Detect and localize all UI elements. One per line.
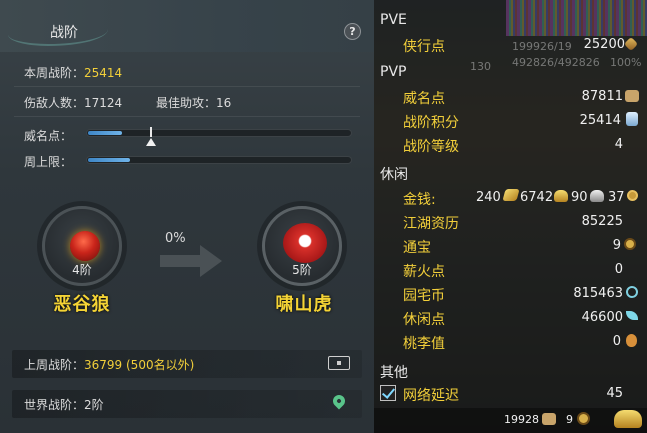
weekly-rank-label: 本周战阶： xyxy=(24,66,85,80)
fame-marker-icon xyxy=(146,138,156,146)
latency-checkbox[interactable] xyxy=(380,385,396,401)
chest-icon[interactable] xyxy=(328,356,350,370)
pvp-fame-label: 威名点 xyxy=(403,91,445,107)
next-rank-level: 5阶 xyxy=(292,263,312,277)
bottom-value-1: 19928 xyxy=(504,413,539,426)
taoli-value: 0 xyxy=(612,334,621,349)
money-silver-value: 90 xyxy=(571,190,588,205)
fame-label: 威名点： xyxy=(24,129,73,143)
latency-label: 网络延迟 xyxy=(403,388,459,404)
assist-label: 最佳助攻： xyxy=(156,96,217,110)
swirl-coin-icon xyxy=(626,286,638,298)
money-copper-value: 37 xyxy=(608,190,625,205)
pve-item-label: 侠行点 xyxy=(403,39,445,55)
tongbao-value: 9 xyxy=(612,238,621,253)
panel-title: 战阶 xyxy=(50,25,78,41)
xinhuo-label: 薪火点 xyxy=(403,264,445,280)
xinhuo-value: 0 xyxy=(614,262,623,277)
mask-icon xyxy=(542,413,556,425)
leisure-points-label: 休闲点 xyxy=(403,312,445,328)
combat-rank-panel: 战阶 ? 本周战阶：25414 伤敌人数：17124 最佳助攻：16 威名点： … xyxy=(0,0,374,433)
last-week-row: 上周战阶：36799 (500名以外) xyxy=(24,356,194,373)
bottom-value-2: 9 xyxy=(566,413,573,426)
jianghu-seniority-label: 江湖资历 xyxy=(403,216,459,232)
jianghu-seniority-value: 85225 xyxy=(581,214,623,229)
pvp-fame-value: 87811 xyxy=(581,89,623,104)
next-rank-medal[interactable]: 5阶 xyxy=(262,206,342,286)
weekly-rank-row: 本周战阶：25414 xyxy=(24,64,122,81)
last-week-value: 36799 (500名以外) xyxy=(84,358,195,372)
weekly-cap-label: 周上限： xyxy=(24,155,73,169)
gold-ingot-icon[interactable] xyxy=(614,410,642,428)
gourd-icon xyxy=(626,334,637,347)
weekly-cap-progress-fill xyxy=(88,158,130,162)
last-week-label: 上周战阶： xyxy=(24,358,85,372)
weekly-cap-progress-bar xyxy=(86,156,352,164)
red-gem-icon xyxy=(70,231,100,261)
fame-progress-bar xyxy=(86,129,352,137)
assist-row: 最佳助攻：16 xyxy=(156,94,231,111)
pvp-rank-level-label: 战阶等级 xyxy=(403,139,459,155)
fame-progress-fill xyxy=(88,131,122,135)
bg-level-text: 130 xyxy=(470,60,491,73)
divider xyxy=(14,86,360,87)
world-rank-label: 世界战阶： xyxy=(24,398,85,412)
other-header: 其他 xyxy=(380,365,408,381)
injured-row: 伤敌人数：17124 xyxy=(24,94,122,111)
injured-value: 17124 xyxy=(84,96,123,110)
coin-icon xyxy=(577,412,590,425)
pvp-rank-level-value: 4 xyxy=(614,137,623,152)
current-rank-level: 4阶 xyxy=(72,263,92,277)
taoli-label: 桃李值 xyxy=(403,336,445,352)
leisure-header: 休闲 xyxy=(380,167,408,183)
copper-coin-icon xyxy=(627,190,638,201)
money-label: 金钱: xyxy=(403,192,436,208)
mask-icon xyxy=(625,90,639,102)
fame-marker-line xyxy=(150,127,152,137)
pvp-header: PVP xyxy=(380,64,407,80)
assist-value: 16 xyxy=(216,96,232,110)
current-rank-name: 恶谷狼 xyxy=(53,294,111,315)
silver-ingot-icon xyxy=(590,190,604,202)
pve-item-value: 25200 xyxy=(583,37,625,52)
gold-ingot-icon xyxy=(554,190,568,202)
homestead-coin-label: 园宅币 xyxy=(403,288,445,304)
arrow-right-icon xyxy=(160,255,202,267)
help-icon[interactable]: ? xyxy=(344,23,361,40)
coin-icon xyxy=(624,238,636,250)
tongbao-label: 通宝 xyxy=(403,240,431,256)
bg-pct-text: 100% xyxy=(610,56,642,69)
next-rank-name: 啸山虎 xyxy=(275,294,333,315)
latency-value: 45 xyxy=(606,386,623,401)
bg-hp-text-2: 492826/492826 xyxy=(512,56,600,69)
money-gold-ingot-value: 6742 xyxy=(520,190,554,205)
injured-label: 伤敌人数： xyxy=(24,96,85,110)
crystal-icon xyxy=(626,112,638,126)
leisure-points-value: 46600 xyxy=(581,310,623,325)
world-rank-value: 2阶 xyxy=(84,398,104,412)
money-gold-brick-value: 240 xyxy=(476,190,501,205)
current-rank-medal[interactable]: 4阶 xyxy=(42,206,122,286)
world-rank-row: 世界战阶：2阶 xyxy=(24,396,104,413)
homestead-coin-value: 815463 xyxy=(573,286,623,301)
currency-panel: 199926/19 492826/492826 100% 130 PVE 侠行点… xyxy=(374,0,647,433)
tiger-emblem-icon xyxy=(283,223,327,263)
pvp-rank-score-value: 25414 xyxy=(579,113,621,128)
pvp-rank-score-label: 战阶积分 xyxy=(403,115,459,131)
weekly-rank-value: 25414 xyxy=(84,66,123,80)
pve-header: PVE xyxy=(380,12,407,28)
rank-progress-percent: 0% xyxy=(165,231,186,246)
divider xyxy=(14,116,360,117)
bg-hp-text-1: 199926/19 xyxy=(512,40,572,53)
arrow-right-head xyxy=(200,245,222,277)
